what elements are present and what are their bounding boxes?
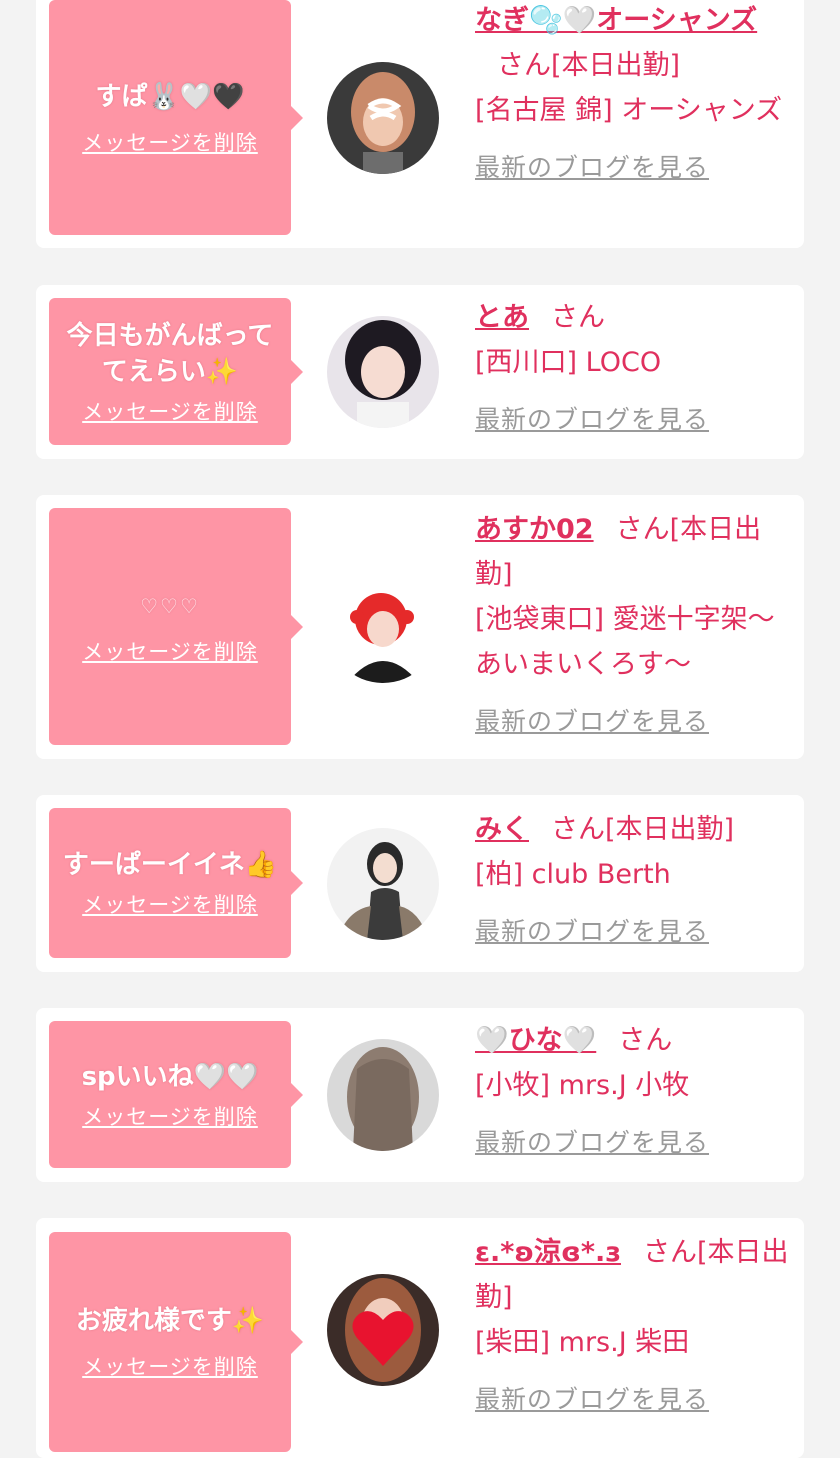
shop-name: [柴田] mrs.J 柴田 — [475, 1327, 690, 1358]
message-bubble: お疲れ様です✨ メッセージを削除 — [49, 1232, 303, 1452]
avatar[interactable] — [327, 828, 439, 940]
message-text: 今日もがんばっててえらい✨ — [66, 320, 274, 387]
honorific: さん — [642, 1237, 697, 1268]
honorific: さん — [497, 50, 551, 81]
message-bubble: spいいね🤍🤍 メッセージを削除 — [49, 1021, 303, 1168]
shop-name: [西川口] LOCO — [475, 347, 662, 378]
delete-message-link[interactable]: メッセージを削除 — [82, 636, 258, 666]
avatar[interactable] — [327, 62, 439, 174]
message-text: すーぱーイイネ👍 — [62, 850, 278, 880]
honorific: さん — [551, 302, 605, 333]
favorite-card: お疲れ様です✨ メッセージを削除 ε.*ʚ涼ɞ*.з さん[本日出勤] [柴田] … — [36, 1218, 804, 1458]
message-bubble: ♡♡♡ メッセージを削除 — [49, 508, 303, 745]
shop-name: [名古屋 錦] オーシャンズ — [475, 95, 783, 126]
latest-blog-link[interactable]: 最新のブログを見る — [475, 145, 795, 190]
message-text: ♡♡♡ — [140, 593, 200, 618]
avatar[interactable] — [327, 316, 439, 428]
delete-message-link[interactable]: メッセージを削除 — [82, 1351, 258, 1381]
cast-info: とあ さん [西川口] LOCO 最新のブログを見る — [475, 295, 795, 442]
shop-name: [小牧] mrs.J 小牧 — [475, 1070, 690, 1101]
delete-message-link[interactable]: メッセージを削除 — [82, 889, 258, 919]
avatar[interactable] — [327, 1274, 439, 1386]
cast-name-link[interactable]: みく — [475, 814, 529, 845]
avatar[interactable] — [327, 571, 439, 683]
shop-name: [柏] club Berth — [475, 859, 671, 890]
cast-info: ε.*ʚ涼ɞ*.з さん[本日出勤] [柴田] mrs.J 柴田 最新のブログを見… — [475, 1230, 795, 1422]
delete-message-link[interactable]: メッセージを削除 — [82, 127, 258, 157]
cast-name-link[interactable]: とあ — [475, 302, 529, 333]
message-text: お疲れ様です✨ — [75, 1306, 265, 1336]
latest-blog-link[interactable]: 最新のブログを見る — [475, 699, 795, 744]
favorite-card: すーぱーイイネ👍 メッセージを削除 みく さん[本日出勤] [柏] club Be… — [36, 795, 804, 972]
delete-message-link[interactable]: メッセージを削除 — [82, 396, 258, 426]
message-bubble: すーぱーイイネ👍 メッセージを削除 — [49, 808, 303, 958]
message-text: すぱ🐰🤍🖤 — [95, 81, 245, 112]
attendance-status: [本日出勤] — [605, 814, 735, 845]
honorific: さん — [551, 814, 605, 845]
shop-name: [池袋東口] 愛迷十字架〜あいまいくろす〜 — [475, 604, 775, 680]
cast-name-link[interactable]: ε.*ʚ涼ɞ*.з — [475, 1237, 621, 1268]
cast-info: みく さん[本日出勤] [柏] club Berth 最新のブログを見る — [475, 807, 795, 954]
message-bubble: すぱ🐰🤍🖤 メッセージを削除 — [49, 0, 303, 235]
cast-info: 🤍ひな🤍 さん [小牧] mrs.J 小牧 最新のブログを見る — [475, 1018, 795, 1165]
cast-name-link[interactable]: なぎ🫧🤍オーシャンズ — [475, 5, 757, 36]
attendance-status: [本日出勤] — [551, 50, 681, 81]
honorific: さん — [615, 514, 670, 545]
favorite-card: ♡♡♡ メッセージを削除 あすか02 さん[本日出勤] [池袋東口] 愛迷十字架〜… — [36, 495, 804, 759]
message-text: spいいね🤍🤍 — [81, 1061, 259, 1092]
latest-blog-link[interactable]: 最新のブログを見る — [475, 1377, 795, 1422]
latest-blog-link[interactable]: 最新のブログを見る — [475, 397, 795, 442]
favorite-card: すぱ🐰🤍🖤 メッセージを削除 なぎ🫧🤍オーシャンズさん[本日出勤] [名古屋 錦… — [36, 0, 804, 248]
avatar[interactable] — [327, 1039, 439, 1151]
cast-name-link[interactable]: あすか02 — [475, 514, 594, 545]
latest-blog-link[interactable]: 最新のブログを見る — [475, 1120, 795, 1165]
cast-info: あすか02 さん[本日出勤] [池袋東口] 愛迷十字架〜あいまいくろす〜 最新のブ… — [475, 507, 795, 744]
delete-message-link[interactable]: メッセージを削除 — [82, 1101, 258, 1131]
favorite-card: spいいね🤍🤍 メッセージを削除 🤍ひな🤍 さん [小牧] mrs.J 小牧 最新… — [36, 1008, 804, 1182]
cast-name-link[interactable]: 🤍ひな🤍 — [475, 1025, 596, 1056]
cast-info: なぎ🫧🤍オーシャンズさん[本日出勤] [名古屋 錦] オーシャンズ 最新のブログ… — [475, 0, 795, 190]
latest-blog-link[interactable]: 最新のブログを見る — [475, 909, 795, 954]
favorite-card: 今日もがんばっててえらい✨ メッセージを削除 とあ さん [西川口] LOCO 最… — [36, 285, 804, 459]
honorific: さん — [618, 1025, 673, 1056]
message-bubble: 今日もがんばっててえらい✨ メッセージを削除 — [49, 298, 303, 445]
